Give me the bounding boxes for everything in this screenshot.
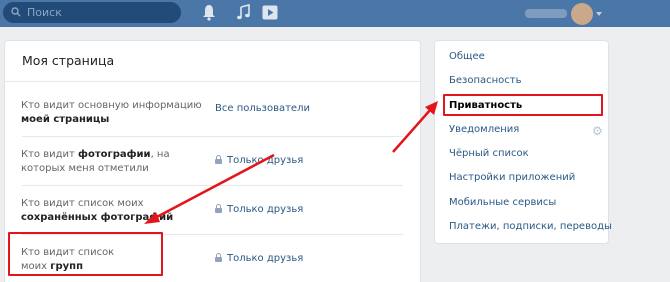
annotation-arrows: [144, 101, 438, 224]
annotation-arrow-right: [392, 108, 432, 153]
annotation-arrow-left: [152, 153, 275, 221]
annotation-arrowhead-left: [144, 212, 160, 224]
